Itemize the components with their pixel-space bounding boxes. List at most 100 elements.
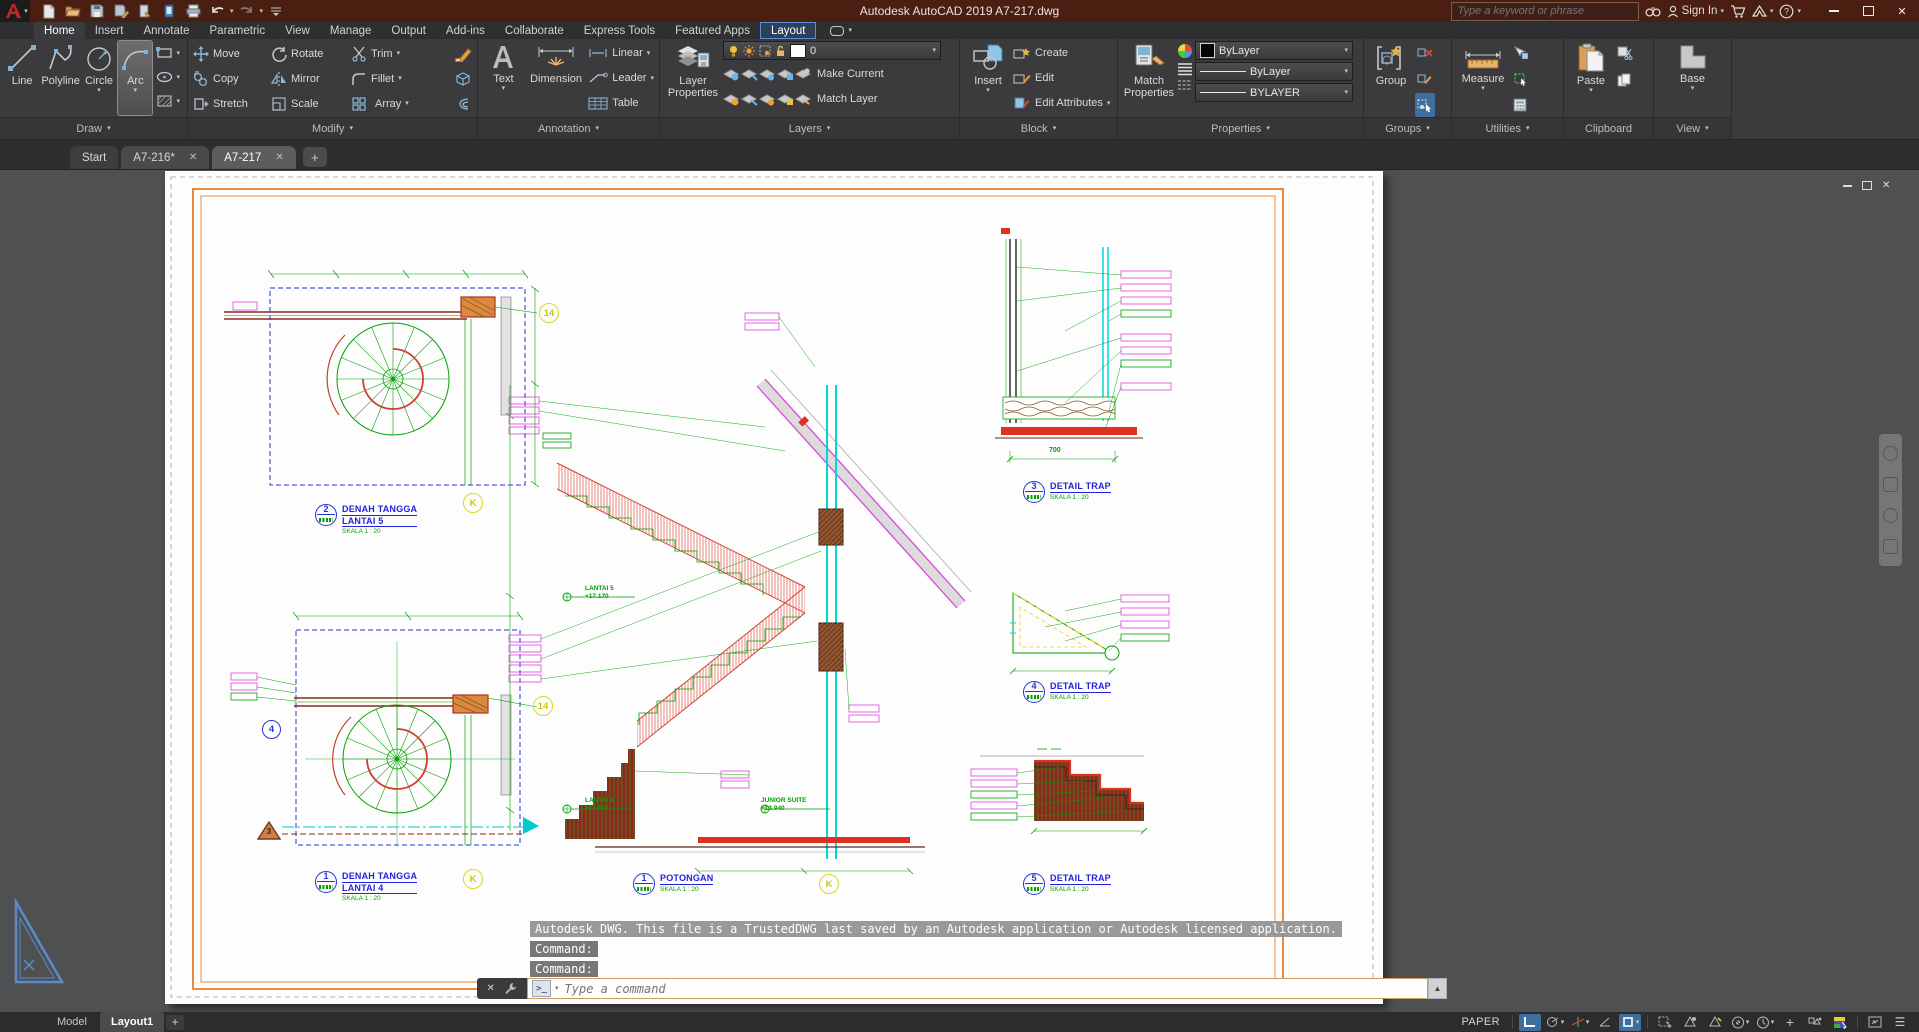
layer-lock-icon[interactable]: [775, 45, 786, 57]
polyline-button[interactable]: Polyline: [41, 41, 80, 115]
panel-title-annotation[interactable]: Annotation ▾: [478, 117, 659, 139]
tab-manage[interactable]: Manage: [320, 22, 382, 39]
line-button[interactable]: Line: [5, 41, 39, 115]
command-scroll-up[interactable]: ▲: [1428, 978, 1447, 999]
tab-express-tools[interactable]: Express Tools: [574, 22, 665, 39]
tab-output[interactable]: Output: [381, 22, 436, 39]
linetype-list-icon[interactable]: [1177, 79, 1193, 91]
group-button[interactable]: Group: [1369, 41, 1413, 115]
file-tab-a7-216[interactable]: A7-216* ✕: [121, 146, 210, 169]
workspace-switching-button[interactable]: ▾: [1754, 1014, 1776, 1031]
mirror-button[interactable]: Mirror: [271, 71, 347, 87]
qat-customize-button[interactable]: [265, 2, 287, 20]
osnap-caret-icon[interactable]: ▾: [1636, 1019, 1640, 1026]
isodraft-toggle[interactable]: ▾: [1569, 1014, 1591, 1031]
measure-button[interactable]: Measure ▾: [1457, 41, 1509, 115]
dimension-button[interactable]: Dimension: [526, 41, 586, 115]
print-button[interactable]: [182, 2, 204, 20]
arc-button[interactable]: Arc ▾: [117, 40, 154, 116]
undo-caret-icon[interactable]: ▾: [230, 8, 234, 15]
steering-wheel-icon[interactable]: [1883, 446, 1898, 461]
quick-calc-button[interactable]: [1511, 93, 1531, 117]
layer-freeze-sun-icon[interactable]: [743, 44, 755, 57]
customize-wrench-icon[interactable]: [504, 982, 517, 995]
leader-button[interactable]: Leader ▾: [588, 66, 654, 90]
fillet-button[interactable]: Fillet ▾: [351, 71, 402, 87]
redo-caret-icon[interactable]: ▾: [260, 8, 264, 15]
layer-vp-freeze-icon[interactable]: [759, 45, 771, 57]
table-button[interactable]: Table: [588, 91, 654, 115]
drawing-canvas[interactable]: 2 DENAH TANGGA LANTAI 5 SKALA 1 : 20 K 1 4 …: [0, 170, 1919, 1012]
layout1-tab[interactable]: Layout1: [99, 1012, 165, 1032]
panel-title-view[interactable]: View ▾: [1654, 117, 1731, 139]
annotation-visibility-toggle[interactable]: [1679, 1014, 1701, 1031]
command-input-field[interactable]: >_ ▾: [527, 978, 1428, 999]
linear-button[interactable]: Linear ▾: [588, 41, 654, 65]
ellipse-button[interactable]: ▾: [154, 65, 182, 89]
panel-title-utilities[interactable]: Utilities ▾: [1452, 117, 1563, 139]
workspace-caret-icon[interactable]: ▾: [1771, 1019, 1775, 1026]
file-tab-a7-217[interactable]: A7-217 ✕: [212, 146, 296, 169]
orbit-icon[interactable]: [1883, 539, 1898, 554]
redo-button[interactable]: [236, 2, 258, 20]
tab-insert[interactable]: Insert: [85, 22, 134, 39]
panel-title-properties[interactable]: Properties ▾: [1118, 117, 1363, 139]
tab-collaborate[interactable]: Collaborate: [495, 22, 574, 39]
close-button[interactable]: ✕: [1885, 0, 1919, 22]
new-layout-button[interactable]: +: [166, 1014, 185, 1030]
save-button[interactable]: [86, 2, 108, 20]
panel-title-groups[interactable]: Groups ▾: [1364, 117, 1451, 139]
customization-menu-button[interactable]: ☰: [1889, 1014, 1911, 1031]
help-search-input[interactable]: [1455, 4, 1634, 18]
lineweight-list-icon[interactable]: [1177, 62, 1193, 76]
ribbon-display-toggle[interactable]: ▾: [830, 22, 852, 39]
recent-commands-caret-icon[interactable]: ▾: [555, 985, 559, 992]
base-button[interactable]: Base ▾: [1669, 41, 1717, 115]
doc-minimize-button[interactable]: [1843, 184, 1852, 187]
close-icon[interactable]: ✕: [275, 152, 283, 163]
doc-close-button[interactable]: ✕: [1882, 180, 1890, 191]
undo-button[interactable]: [206, 2, 228, 20]
polar-caret-icon[interactable]: ▾: [1561, 1019, 1565, 1026]
new-file-button[interactable]: [38, 2, 60, 20]
insert-button[interactable]: Insert ▾: [965, 41, 1011, 115]
space-indicator[interactable]: PAPER: [1462, 1016, 1500, 1028]
crosshair-isolate-button[interactable]: +: [1779, 1014, 1801, 1031]
group-selection-toggle[interactable]: [1415, 93, 1435, 117]
block-edit-button[interactable]: Edit: [1013, 66, 1110, 90]
autodesk-app-button[interactable]: ▾: [1751, 5, 1773, 17]
tab-parametric[interactable]: Parametric: [200, 22, 276, 39]
isolate-objects-button[interactable]: [1511, 67, 1531, 91]
quick-select-button[interactable]: [1511, 41, 1531, 65]
erase-button[interactable]: [454, 46, 472, 62]
snap-mode-toggle[interactable]: [1519, 1013, 1541, 1031]
annotation-scale-button[interactable]: ▾: [1729, 1014, 1751, 1031]
layer-properties-button[interactable]: Layer Properties: [665, 41, 721, 115]
layer-state-icons-row1[interactable]: [723, 66, 811, 82]
panel-title-clipboard[interactable]: Clipboard: [1564, 117, 1653, 139]
match-layer-button[interactable]: Match Layer: [817, 93, 878, 105]
hatch-button[interactable]: ▾: [154, 89, 182, 113]
text-button[interactable]: Text ▾: [483, 41, 524, 115]
minimize-button[interactable]: [1817, 0, 1851, 22]
move-button[interactable]: Move: [193, 45, 267, 62]
restore-button[interactable]: [1851, 0, 1885, 22]
polar-tracking-toggle[interactable]: ▾: [1544, 1014, 1566, 1031]
help-button[interactable]: ? ▾: [1779, 4, 1801, 19]
block-create-button[interactable]: Create: [1013, 41, 1110, 65]
save-as-button[interactable]: [110, 2, 132, 20]
layout-paper[interactable]: 2 DENAH TANGGA LANTAI 5 SKALA 1 : 20 K 1 4 …: [165, 171, 1383, 1004]
copy-button[interactable]: Copy: [193, 71, 267, 87]
panel-title-draw[interactable]: Draw ▾: [0, 117, 187, 139]
layer-select-combo[interactable]: 0 ▾: [723, 41, 941, 60]
graphics-performance-button[interactable]: [1829, 1014, 1851, 1031]
layer-on-bulb-icon[interactable]: [728, 45, 739, 57]
zoom-icon[interactable]: [1883, 508, 1898, 523]
close-command-icon[interactable]: ✕: [487, 983, 495, 994]
explode-button[interactable]: [454, 71, 472, 87]
tab-add-ins[interactable]: Add-ins: [436, 22, 495, 39]
tab-view[interactable]: View: [275, 22, 320, 39]
tab-annotate[interactable]: Annotate: [133, 22, 199, 39]
object-isolate-button[interactable]: [1804, 1014, 1826, 1031]
copy-clip-button[interactable]: [1615, 68, 1635, 92]
